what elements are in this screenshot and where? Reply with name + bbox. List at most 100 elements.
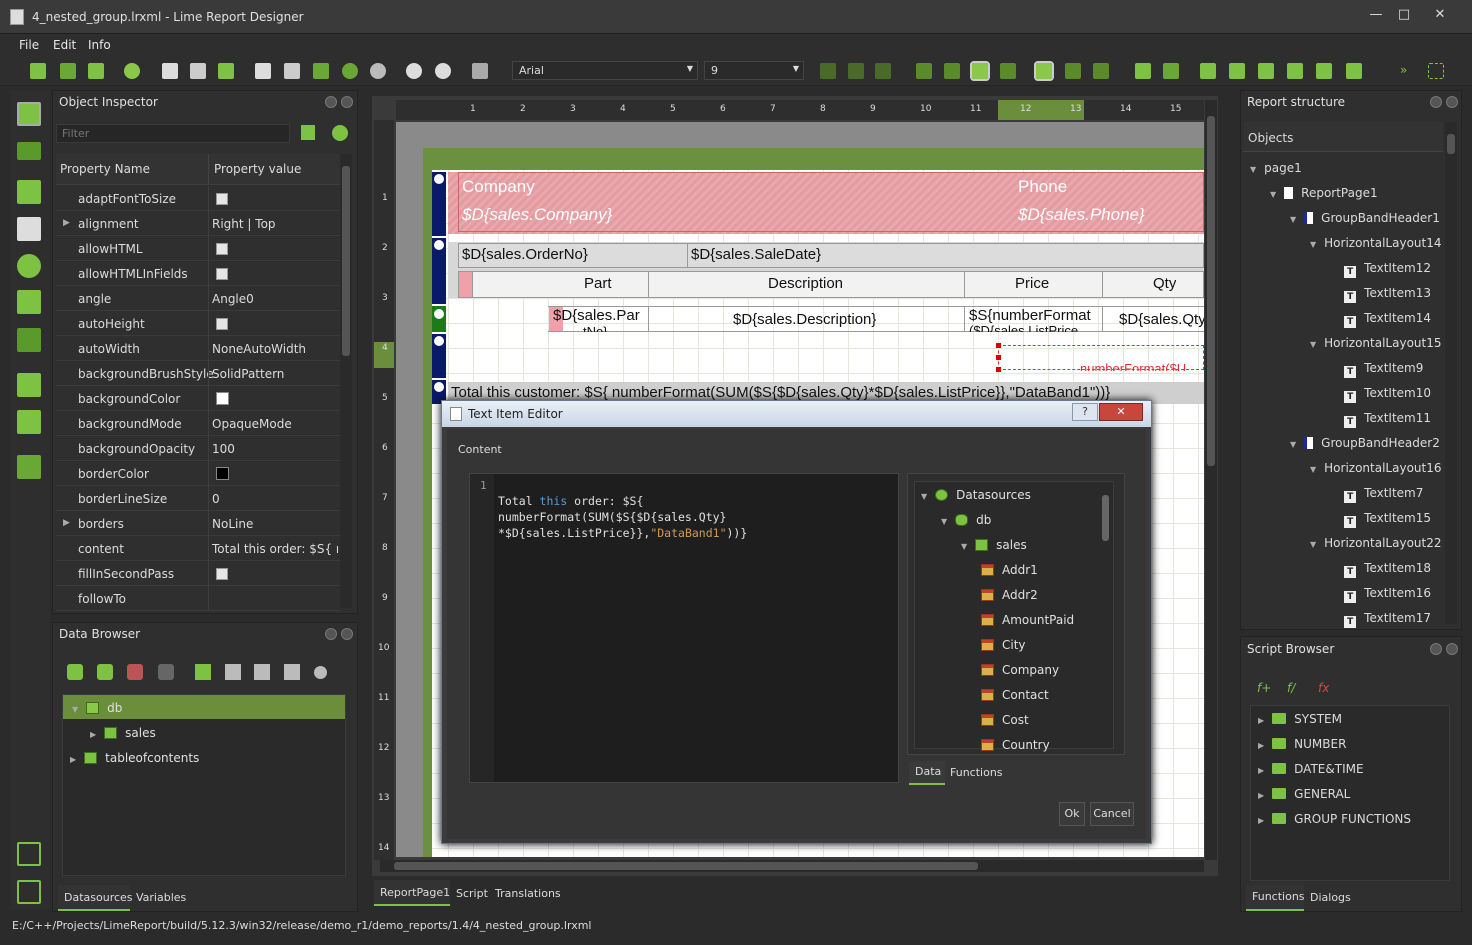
property-value[interactable]: NoLine — [212, 517, 338, 531]
property-checkbox[interactable] — [216, 193, 228, 205]
property-row[interactable]: content Total this order: $S{ n... — [56, 536, 340, 561]
settings-icon[interactable] — [332, 125, 348, 141]
grid-icon[interactable] — [1135, 63, 1151, 79]
expand-arrow-icon[interactable]: ▶ — [63, 218, 70, 228]
data-tree-item[interactable]: Cost — [981, 713, 1029, 727]
property-value[interactable]: Angle0 — [212, 292, 338, 306]
expand-arrow-icon[interactable]: ▶ — [1258, 741, 1264, 750]
help-button[interactable]: ? — [1072, 403, 1098, 421]
zoom-out-icon[interactable] — [435, 63, 451, 79]
expand-arrow-icon[interactable]: ▶ — [1258, 816, 1264, 825]
function-group[interactable]: ▶ GENERAL — [1258, 787, 1350, 801]
description-header[interactable]: Description — [768, 275, 843, 292]
vlayout-icon[interactable] — [17, 410, 41, 434]
qty-field[interactable]: $D{sales.Qty — [1119, 311, 1204, 328]
datasources-tab[interactable]: Datasources — [58, 885, 133, 911]
close-icon[interactable] — [341, 96, 353, 108]
bold-icon[interactable] — [820, 63, 836, 79]
part-field[interactable]: $D{sales.Par — [553, 307, 640, 324]
menu-edit[interactable]: Edit — [53, 38, 76, 52]
order-no-field[interactable]: $D{sales.OrderNo} — [462, 246, 588, 263]
expand-arrow-icon[interactable]: ▼ — [1310, 240, 1316, 249]
open-icon[interactable] — [60, 63, 76, 79]
description-field[interactable]: $D{sales.Description} — [733, 311, 876, 328]
structure-item[interactable]: ▼TTextItem12 — [1330, 261, 1431, 278]
property-row[interactable]: borderLineSize 0 — [56, 486, 340, 511]
edit-connection-icon[interactable] — [97, 664, 113, 680]
color-swatch[interactable] — [216, 467, 229, 480]
data-tab[interactable]: Data — [909, 761, 945, 785]
image-icon[interactable] — [17, 290, 41, 314]
underline-icon[interactable] — [875, 63, 891, 79]
property-checkbox[interactable] — [216, 268, 228, 280]
function-group[interactable]: ▶ GROUP FUNCTIONS — [1258, 812, 1411, 826]
same-width-icon[interactable] — [1346, 63, 1362, 79]
property-row[interactable]: backgroundMode OpaqueMode — [56, 411, 340, 436]
horizontal-scrollbar[interactable] — [380, 860, 1204, 872]
property-row[interactable]: backgroundBrushStyle SolidPattern — [56, 361, 340, 386]
align-center-icon[interactable] — [944, 63, 960, 79]
data-tree-item[interactable]: Company — [981, 663, 1059, 677]
delete-icon[interactable] — [17, 455, 41, 479]
copy-icon[interactable] — [255, 63, 271, 79]
expand-arrow-icon[interactable]: ▼ — [961, 542, 967, 551]
expand-arrow-icon[interactable]: ▼ — [921, 492, 927, 501]
tab-translations[interactable]: Translations — [495, 887, 561, 900]
undo-icon[interactable] — [342, 63, 358, 79]
structure-item[interactable]: ▼ HorizontalLayout16 — [1310, 461, 1442, 475]
more-icon[interactable]: » — [1400, 63, 1416, 79]
hlayout-icon[interactable] — [17, 373, 41, 397]
property-checkbox[interactable] — [216, 243, 228, 255]
structure-item[interactable]: ▼ HorizontalLayout22 — [1310, 536, 1442, 550]
property-row[interactable]: adaptFontToSize — [56, 186, 340, 211]
structure-item[interactable]: ▼TTextItem14 — [1330, 311, 1431, 328]
variables-tab[interactable]: Variables — [136, 891, 186, 904]
close-icon[interactable] — [1446, 96, 1458, 108]
delete-page-icon[interactable] — [190, 63, 206, 79]
add-connection-icon[interactable] — [67, 664, 83, 680]
barcode-icon[interactable] — [17, 217, 41, 241]
price-header[interactable]: Price — [1015, 275, 1049, 292]
structure-item[interactable]: ▼ ReportPage1 — [1270, 186, 1378, 200]
align-vcenter-icon[interactable] — [1287, 63, 1303, 79]
add-datasource-icon[interactable] — [195, 664, 211, 680]
property-row[interactable]: ▶ borders NoLine — [56, 511, 340, 536]
float-icon[interactable] — [325, 96, 337, 108]
size-combo[interactable]: 9 ▼ — [704, 61, 804, 80]
property-value[interactable]: Right | Top — [212, 217, 338, 231]
float-icon[interactable] — [1430, 643, 1442, 655]
disconnect-icon[interactable] — [158, 664, 174, 680]
new-page-icon[interactable] — [162, 63, 178, 79]
property-row[interactable]: backgroundColor — [56, 386, 340, 411]
align-right-icon[interactable] — [970, 61, 990, 81]
settings-icon[interactable] — [124, 63, 140, 79]
menu-info[interactable]: Info — [88, 38, 111, 52]
property-row[interactable]: angle Angle0 — [56, 286, 340, 311]
expand-arrow-icon[interactable]: ▼ — [1250, 165, 1256, 174]
total-customer-field[interactable]: Total this customer: $S{ numberFormat(SU… — [451, 384, 1204, 401]
menu-file[interactable]: File — [19, 38, 39, 52]
structure-item[interactable]: ▼TTextItem16 — [1330, 586, 1431, 603]
structure-item[interactable]: ▼ HorizontalLayout14 — [1310, 236, 1442, 250]
edit-datasource-icon[interactable] — [254, 664, 270, 680]
color-swatch[interactable] — [216, 392, 229, 405]
left-dock-icon[interactable] — [17, 842, 41, 866]
right-dock-icon[interactable] — [17, 880, 41, 904]
minimize-button[interactable]: — — [1362, 4, 1390, 24]
expand-arrow-icon[interactable]: ▼ — [941, 517, 947, 526]
delete-connection-icon[interactable] — [127, 664, 143, 680]
valign-center-icon[interactable] — [1065, 63, 1081, 79]
structure-item[interactable]: ▼TTextItem9 — [1330, 361, 1423, 378]
structure-item[interactable]: ▼ HorizontalLayout15 — [1310, 336, 1442, 350]
expand-arrow-icon[interactable]: ▼ — [1270, 190, 1276, 199]
tree-item-sales[interactable]: ▶ sales — [90, 726, 156, 740]
structure-item[interactable]: ▼TTextItem15 — [1330, 511, 1431, 528]
float-icon[interactable] — [1430, 96, 1442, 108]
structure-item[interactable]: ▼ GroupBandHeader1 — [1290, 211, 1440, 225]
data-tree-item[interactable]: Addr1 — [981, 563, 1038, 577]
structure-item[interactable]: ▼TTextItem11 — [1330, 411, 1431, 428]
shape-icon[interactable] — [17, 254, 41, 278]
functions-tab[interactable]: Functions — [950, 766, 1003, 779]
property-value[interactable]: Total this order: $S{ n... — [212, 542, 338, 556]
qty-header[interactable]: Qty — [1153, 275, 1176, 292]
